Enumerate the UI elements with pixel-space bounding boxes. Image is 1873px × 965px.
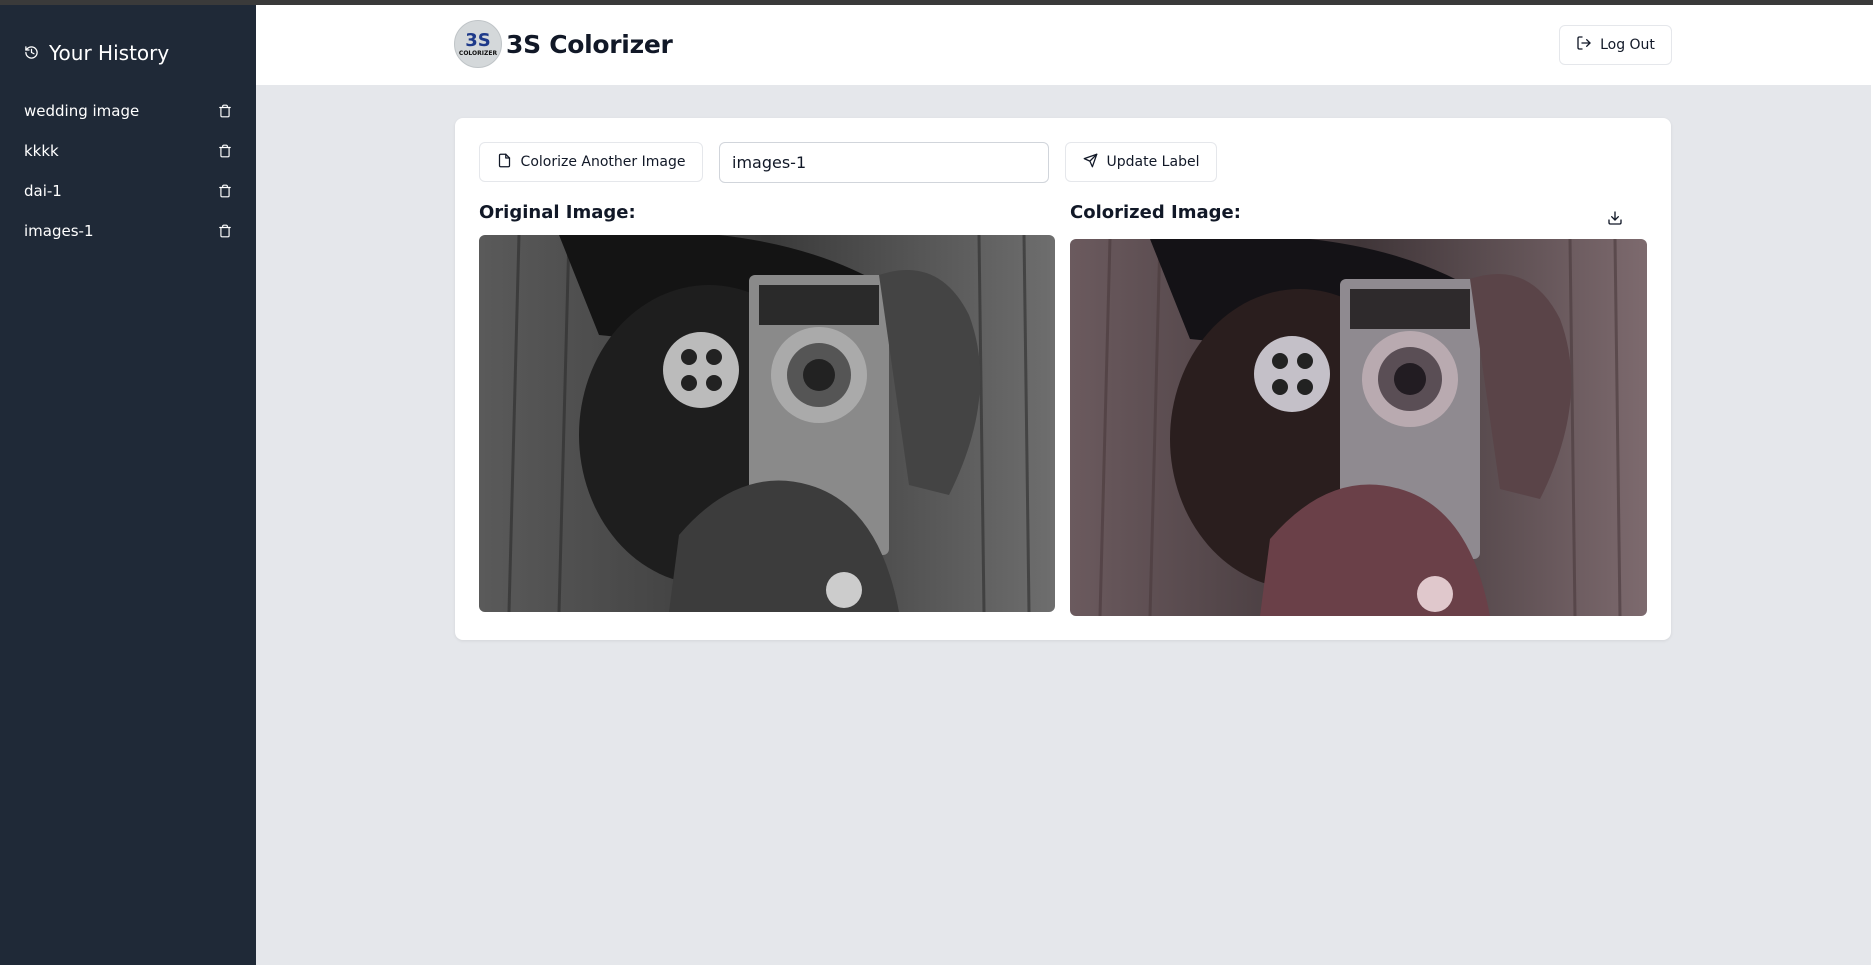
history-item-label[interactable]: wedding image bbox=[24, 102, 139, 120]
brand[interactable]: 3S COLORIZER 3S Colorizer bbox=[454, 20, 673, 68]
original-image-title: Original Image: bbox=[479, 202, 636, 223]
trash-icon[interactable] bbox=[218, 184, 232, 198]
history-sidebar: Your History wedding image kkkk dai-1 im… bbox=[0, 5, 256, 965]
logout-label: Log Out bbox=[1600, 37, 1655, 53]
sidebar-title: Your History bbox=[49, 41, 170, 65]
update-label-button[interactable]: Update Label bbox=[1065, 142, 1217, 182]
trash-icon[interactable] bbox=[218, 224, 232, 238]
sidebar-header: Your History bbox=[24, 41, 232, 65]
history-item[interactable]: wedding image bbox=[24, 91, 232, 131]
history-item[interactable]: dai-1 bbox=[24, 171, 232, 211]
history-icon bbox=[24, 41, 39, 65]
colorized-image-title: Colorized Image: bbox=[1070, 202, 1241, 223]
history-item-label[interactable]: kkkk bbox=[24, 142, 59, 160]
label-input[interactable] bbox=[719, 142, 1049, 183]
window-top-border bbox=[0, 0, 1873, 5]
update-label-text: Update Label bbox=[1106, 154, 1200, 170]
colorized-image bbox=[1070, 239, 1647, 616]
trash-icon[interactable] bbox=[218, 144, 232, 158]
send-icon bbox=[1083, 153, 1098, 172]
original-image bbox=[479, 235, 1055, 612]
result-card: Colorize Another Image Update Label Orig… bbox=[455, 118, 1671, 640]
history-item[interactable]: kkkk bbox=[24, 131, 232, 171]
colorize-another-button[interactable]: Colorize Another Image bbox=[479, 142, 703, 182]
app-title: 3S Colorizer bbox=[506, 29, 673, 59]
top-header: 3S COLORIZER 3S Colorizer Log Out bbox=[256, 5, 1871, 85]
download-icon[interactable] bbox=[1607, 210, 1623, 226]
colorize-another-label: Colorize Another Image bbox=[520, 154, 686, 170]
logout-icon bbox=[1576, 35, 1592, 55]
history-item[interactable]: images-1 bbox=[24, 211, 232, 251]
history-item-label[interactable]: images-1 bbox=[24, 222, 94, 240]
history-item-label[interactable]: dai-1 bbox=[24, 182, 62, 200]
logout-button[interactable]: Log Out bbox=[1559, 25, 1672, 65]
history-list: wedding image kkkk dai-1 images-1 bbox=[24, 91, 232, 251]
app-logo: 3S COLORIZER bbox=[454, 20, 502, 68]
file-icon bbox=[497, 153, 512, 172]
trash-icon[interactable] bbox=[218, 104, 232, 118]
